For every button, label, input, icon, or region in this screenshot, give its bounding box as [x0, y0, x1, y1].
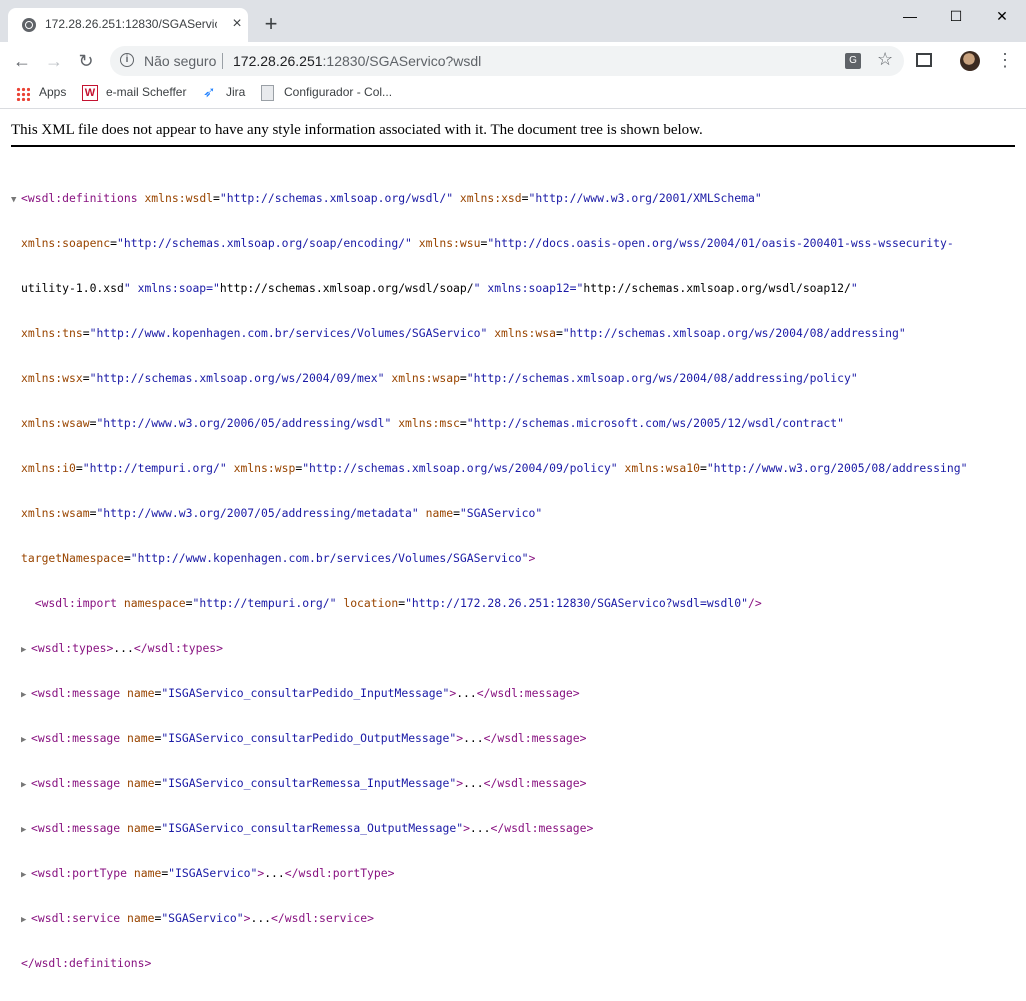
xml-line-text: <wsdl:message name="ISGAServico_consulta… [31, 731, 587, 745]
bookmark-configurador[interactable]: Configurador - Col... [284, 85, 392, 99]
xml-line-text: xmlns:wsam="http://www.w3.org/2007/05/ad… [21, 506, 543, 520]
screenshot-icon[interactable] [916, 53, 932, 67]
xml-line-text: xmlns:wsx="http://schemas.xmlsoap.org/ws… [21, 371, 858, 385]
apps-grid-icon [16, 87, 30, 101]
expand-arrow-icon[interactable]: ▶ [21, 643, 31, 658]
new-tab-button[interactable]: + [261, 13, 281, 35]
xml-line-text: <wsdl:definitions xmlns:wsdl="http://sch… [21, 191, 762, 205]
xml-line: targetNamespace="http://www.kopenhagen.c… [11, 551, 967, 566]
xml-line-text: xmlns:tns="http://www.kopenhagen.com.br/… [21, 326, 906, 340]
reload-button[interactable]: ↻ [73, 48, 99, 74]
xml-line[interactable]: ▶ <wsdl:message name="ISGAServico_consult… [11, 776, 967, 791]
title-bar: 172.28.26.251:12830/SGAServico?wsdl × + … [0, 0, 1026, 42]
back-button[interactable]: ← [9, 48, 35, 74]
xml-line-text: <wsdl:message name="ISGAServico_consulta… [31, 686, 580, 700]
xml-line: xmlns:wsx="http://schemas.xmlsoap.org/ws… [11, 371, 967, 386]
xml-line[interactable]: ▼ <wsdl:definitions xmlns:wsdl="http://sc… [11, 191, 967, 206]
menu-icon[interactable]: ⋮ [996, 50, 1014, 70]
xml-line: xmlns:soapenc="http://schemas.xmlsoap.or… [11, 236, 967, 251]
expand-arrow-icon[interactable]: ▶ [21, 733, 31, 748]
xml-line-text: <wsdl:message name="ISGAServico_consulta… [31, 821, 594, 835]
url-host: 172.28.26.251 [233, 53, 323, 69]
close-window-button[interactable]: ✕ [982, 4, 1022, 28]
maximize-button[interactable]: ☐ [936, 4, 976, 28]
bookmark-email[interactable]: e-mail Scheffer [106, 85, 186, 99]
xml-line: xmlns:wsam="http://www.w3.org/2007/05/ad… [11, 506, 967, 521]
xml-line-text: xmlns:soapenc="http://schemas.xmlsoap.or… [21, 236, 954, 250]
expand-arrow-icon[interactable]: ▶ [21, 778, 31, 793]
xml-line[interactable]: ▶ <wsdl:message name="ISGAServico_consult… [11, 686, 967, 701]
security-label[interactable]: Não seguro [144, 53, 216, 69]
forward-button[interactable]: → [41, 48, 67, 74]
xml-line-text: <wsdl:types>...</wsdl:types> [31, 641, 224, 655]
page-content: This XML file does not appear to have an… [0, 109, 1026, 970]
document-icon [261, 85, 274, 101]
url-text[interactable]: 172.28.26.251:12830/SGAServico?wsdl [233, 53, 481, 69]
w-logo-icon: W [82, 85, 98, 101]
bookmark-apps[interactable]: Apps [39, 85, 66, 99]
xml-line-text: xmlns:i0="http://tempuri.org/" xmlns:wsp… [21, 461, 968, 475]
tab-title: 172.28.26.251:12830/SGAServico?wsdl [45, 17, 217, 31]
expand-arrow-icon[interactable]: ▶ [21, 823, 31, 838]
xml-line-text: utility-1.0.xsd" xmlns:soap="http://sche… [21, 281, 858, 295]
xml-line[interactable]: ▶ <wsdl:message name="ISGAServico_consult… [11, 821, 967, 836]
star-icon[interactable]: ☆ [877, 49, 893, 70]
xml-line-text: <wsdl:service name="SGAServico">...</wsd… [31, 911, 374, 925]
browser-tab[interactable]: 172.28.26.251:12830/SGAServico?wsdl × [8, 8, 248, 42]
bookmark-jira[interactable]: Jira [226, 85, 245, 99]
xml-line: xmlns:wsaw="http://www.w3.org/2006/05/ad… [11, 416, 967, 431]
address-bar[interactable]: i Não seguro 172.28.26.251:12830/SGAServ… [110, 46, 904, 76]
bookmarks-bar: Apps W e-mail Scheffer ➶ Jira Configurad… [0, 80, 1026, 109]
xml-line-text: targetNamespace="http://www.kopenhagen.c… [21, 551, 536, 565]
minimize-button[interactable]: — [890, 4, 930, 28]
toolbar: ← → ↻ i Não seguro 172.28.26.251:12830/S… [0, 42, 1026, 80]
expand-arrow-icon[interactable]: ▶ [21, 688, 31, 703]
xml-line[interactable]: ▶ <wsdl:message name="ISGAServico_consult… [11, 731, 967, 746]
url-path: :12830/SGAServico?wsdl [322, 53, 482, 69]
xml-line-text: <wsdl:message name="ISGAServico_consulta… [31, 776, 587, 790]
xml-style-notice: This XML file does not appear to have an… [11, 122, 1015, 147]
xml-line-text: <wsdl:import namespace="http://tempuri.o… [34, 596, 762, 610]
xml-line: xmlns:i0="http://tempuri.org/" xmlns:wsp… [11, 461, 967, 476]
xml-line: xmlns:tns="http://www.kopenhagen.com.br/… [11, 326, 967, 341]
translate-icon[interactable]: G [845, 53, 861, 69]
globe-icon [22, 18, 36, 32]
xml-line: utility-1.0.xsd" xmlns:soap="http://sche… [11, 281, 967, 296]
expand-arrow-icon[interactable]: ▶ [21, 913, 31, 928]
info-icon[interactable]: i [120, 53, 134, 67]
collapse-arrow-icon[interactable]: ▼ [11, 193, 21, 208]
xml-line[interactable]: ▶ <wsdl:portType name="ISGAServico">...</… [11, 866, 967, 881]
xml-line[interactable]: ▶ <wsdl:service name="SGAServico">...</ws… [11, 911, 967, 926]
xml-line-text: <wsdl:portType name="ISGAServico">...</w… [31, 866, 395, 880]
xml-line-text: xmlns:wsaw="http://www.w3.org/2006/05/ad… [21, 416, 844, 430]
avatar[interactable] [960, 51, 980, 71]
xml-line-text: </wsdl:definitions> [21, 956, 152, 970]
expand-arrow-icon[interactable]: ▶ [21, 868, 31, 883]
divider [222, 53, 223, 69]
xml-line: <wsdl:import namespace="http://tempuri.o… [11, 596, 967, 611]
xml-line: </wsdl:definitions> [11, 956, 967, 971]
tab-close-button[interactable]: × [227, 14, 247, 34]
xml-line[interactable]: ▶ <wsdl:types>...</wsdl:types> [11, 641, 967, 656]
jira-icon: ➶ [203, 84, 216, 101]
xml-tree: ▼ <wsdl:definitions xmlns:wsdl="http://sc… [11, 161, 967, 1001]
